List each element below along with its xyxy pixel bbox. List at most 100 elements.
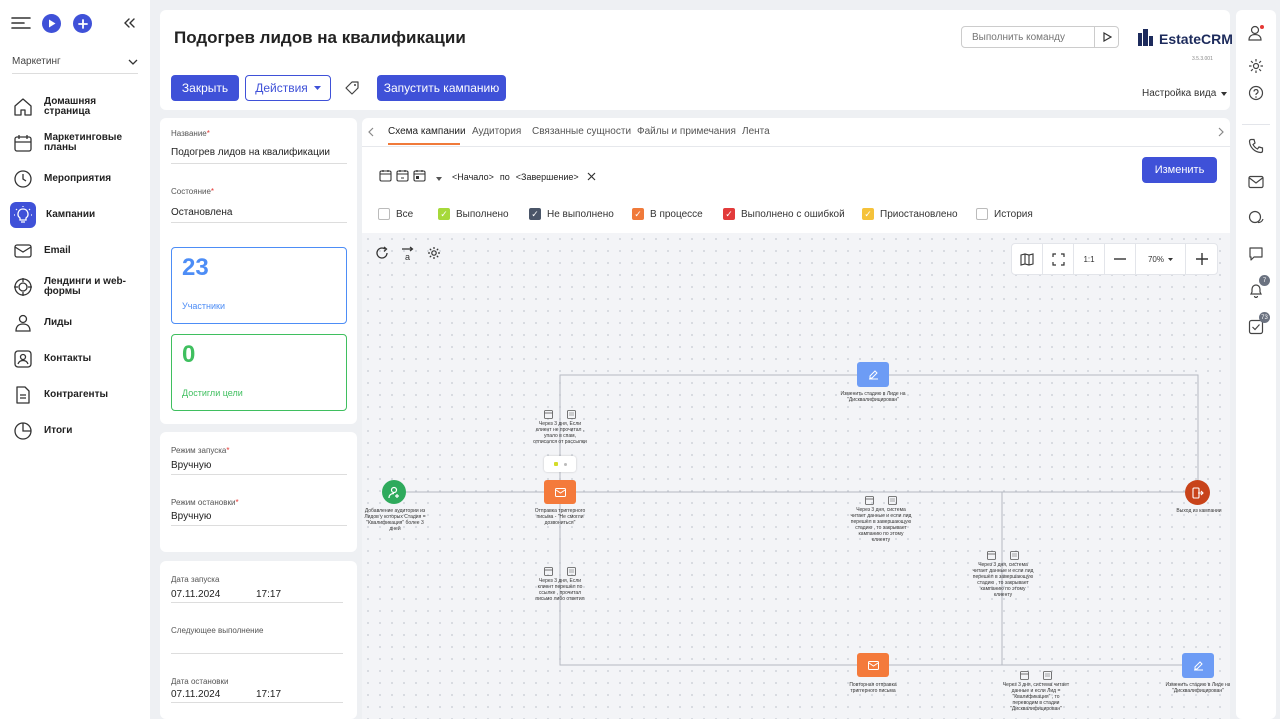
exit-campaign-node[interactable] <box>1185 480 1210 505</box>
caret-down-icon <box>313 86 321 90</box>
nav-item-marketing-plans[interactable]: Маркетинговые планы <box>12 132 142 154</box>
filter-label: Не выполнено <box>547 208 614 220</box>
next-run-underline <box>171 653 343 654</box>
calendar-range-icon[interactable] <box>413 169 426 185</box>
stop-mode-field[interactable]: Вручную <box>171 511 211 522</box>
exit-icon <box>1191 486 1204 499</box>
filter-history[interactable]: История <box>976 208 1033 220</box>
filter-done[interactable]: ✓ Выполнено <box>438 208 509 220</box>
state-field-label: Состояние* <box>171 187 215 196</box>
condition-icons <box>1020 670 1056 680</box>
period-start[interactable]: <Начало> <box>452 172 494 182</box>
state-field[interactable]: Остановлена <box>171 207 232 218</box>
tabs-scroll-left-icon[interactable] <box>367 126 377 137</box>
play-icon[interactable] <box>42 14 61 33</box>
change-stage-bottom-node[interactable] <box>1182 653 1214 678</box>
goal-reached-counter[interactable]: 0 Достигли цели <box>171 334 347 411</box>
email-icon <box>554 487 566 497</box>
start-audience-node[interactable] <box>382 480 406 504</box>
launch-campaign-button[interactable]: Запустить кампанию <box>377 75 506 101</box>
caret-down-icon[interactable] <box>436 170 442 184</box>
collapse-chevrons-icon[interactable] <box>122 16 136 30</box>
notifications-bell-icon[interactable]: 7 <box>1246 275 1270 300</box>
filter-all[interactable]: Все <box>378 208 413 220</box>
tabs-scroll-right-icon[interactable] <box>1215 126 1225 137</box>
condition-icons <box>544 566 580 576</box>
calendar-icon[interactable] <box>379 169 392 185</box>
filter-paused[interactable]: ✓ Приостановлено <box>862 208 958 220</box>
trigger-email-caption: Отправка триггерного письма - "Не смогли… <box>534 508 586 526</box>
calendar-week-icon[interactable] <box>396 169 409 185</box>
close-button[interactable]: Закрыть <box>171 75 239 101</box>
nav-item-events[interactable]: Мероприятия <box>12 168 142 190</box>
message-icon[interactable] <box>1246 244 1266 264</box>
repeat-email-node[interactable] <box>857 653 889 677</box>
tab-audience[interactable]: Аудитория <box>472 126 521 137</box>
calendar-icon <box>12 132 34 154</box>
filter-in-progress[interactable]: ✓ В процессе <box>632 208 703 220</box>
nav-item-landings[interactable]: Лендинги и web-формы <box>12 276 142 298</box>
change-stage-top-node[interactable] <box>857 362 889 387</box>
checkbox-all <box>378 208 390 220</box>
condition-icons <box>865 495 901 505</box>
chat-icon[interactable] <box>1246 208 1266 228</box>
goal-count: 0 <box>182 341 196 368</box>
edit-icon <box>1193 661 1203 671</box>
exit-campaign-caption: Выход из кампании <box>1176 508 1222 514</box>
user-profile-icon[interactable] <box>1246 23 1266 43</box>
nav-item-email[interactable]: Email <box>12 240 142 262</box>
nav-item-campaigns[interactable]: Кампании <box>10 202 142 228</box>
state-label-text: Состояние <box>171 187 211 196</box>
lead-icon <box>12 312 34 334</box>
nav-item-results[interactable]: Итоги <box>12 420 142 442</box>
mail-icon[interactable] <box>1246 172 1266 192</box>
condition-icons <box>987 550 1023 560</box>
actions-dropdown[interactable]: Действия <box>245 75 331 101</box>
edit-button[interactable]: Изменить <box>1142 157 1217 183</box>
page-header: Подогрев лидов на квалификации EstateCRM… <box>160 10 1233 110</box>
name-field-label: Название* <box>171 129 210 138</box>
period-end[interactable]: <Завершение> <box>516 172 579 182</box>
left-navigation: Маркетинг Домашняя страница Маркетинговы… <box>0 0 150 719</box>
filter-done-with-error[interactable]: ✓ Выполнено с ошибкой <box>723 208 845 220</box>
status-dot <box>553 462 558 466</box>
tab-feed[interactable]: Лента <box>742 126 770 137</box>
tab-files-notes[interactable]: Файлы и примечания <box>637 126 736 137</box>
launch-mode-field[interactable]: Вручную <box>171 460 211 471</box>
filter-label: Приостановлено <box>880 208 958 220</box>
hamburger-menu-icon[interactable] <box>11 15 31 31</box>
filter-not-done[interactable]: ✓ Не выполнено <box>529 208 614 220</box>
nav-item-contacts[interactable]: Контакты <box>12 348 142 370</box>
launch-time-field[interactable]: 17:17 <box>256 589 281 600</box>
launch-date-field[interactable]: 07.11.2024 <box>171 589 220 600</box>
help-icon[interactable] <box>1246 83 1266 103</box>
nav-item-counterparties[interactable]: Контрагенты <box>12 384 142 406</box>
nav-item-home[interactable]: Домашняя страница <box>12 96 142 118</box>
participants-counter[interactable]: 23 Участники <box>171 247 347 324</box>
module-selector[interactable]: Маркетинг <box>12 50 138 74</box>
tag-icon[interactable] <box>345 81 359 95</box>
stop-mode-underline <box>171 525 347 526</box>
tab-related-entities[interactable]: Связанные сущности <box>532 126 631 137</box>
run-command-icon[interactable] <box>1094 27 1118 47</box>
campaign-flow-canvas[interactable]: a 1:1 70% Добавление аудитории из Лидов … <box>362 233 1230 719</box>
add-icon[interactable] <box>73 14 92 33</box>
name-field[interactable]: Подогрев лидов на квалификации <box>171 147 330 158</box>
tasks-icon[interactable]: 73 <box>1246 312 1270 337</box>
command-bar <box>961 26 1119 48</box>
command-input[interactable] <box>962 31 1094 43</box>
view-settings-dropdown[interactable]: Настройка вида <box>1142 88 1228 99</box>
page-title: Подогрев лидов на квалификации <box>174 28 466 47</box>
dates-card: Дата запуска 07.11.2024 17:17 Следующее … <box>160 561 357 719</box>
view-settings-label: Настройка вида <box>1142 88 1217 99</box>
stop-date-field[interactable]: 07.11.2024 <box>171 689 220 700</box>
phone-icon[interactable] <box>1246 136 1266 156</box>
stop-time-field[interactable]: 17:17 <box>256 689 281 700</box>
trigger-email-node[interactable] <box>544 480 576 504</box>
clear-period-icon[interactable] <box>587 170 596 184</box>
nav-item-leads[interactable]: Лиды <box>12 312 142 334</box>
connector-email2 <box>559 504 857 666</box>
start-audience-caption: Добавление аудитории из Лидов у которых … <box>364 508 426 532</box>
gear-icon[interactable] <box>1246 56 1266 76</box>
tab-campaign-scheme[interactable]: Схема кампании <box>388 126 466 137</box>
